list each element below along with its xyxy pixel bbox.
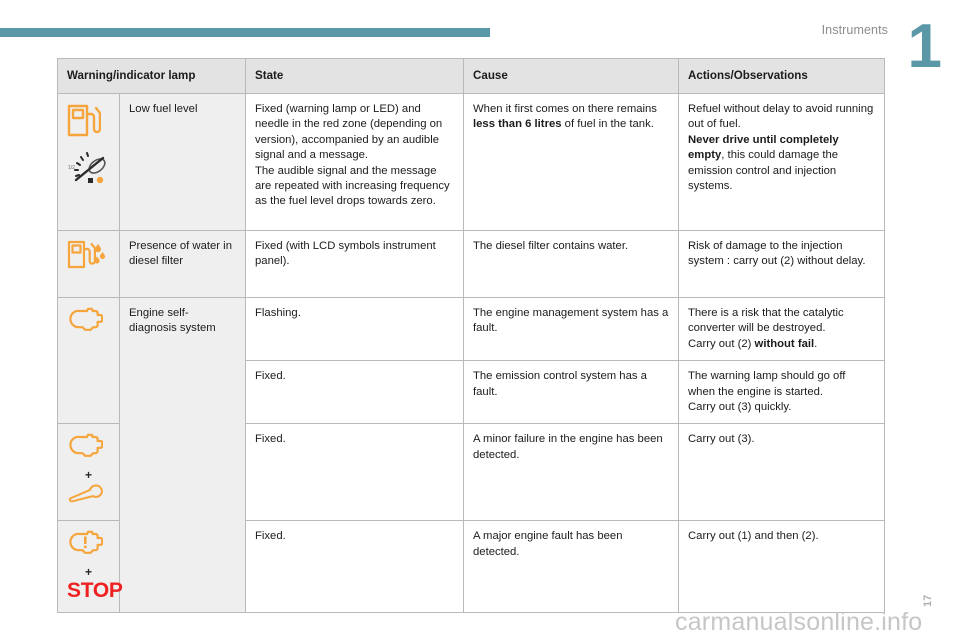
- table-row: 1/2 Low fuel level Fixed (warning lamp o…: [57, 93, 885, 231]
- column-header-cause: Cause: [463, 58, 679, 94]
- cause-minor-failure: A minor failure in the engine has been d…: [463, 423, 679, 522]
- fuel-pump-icon: [67, 102, 110, 143]
- stop-label: STOP: [67, 578, 123, 602]
- state-water-in-diesel-filter: Fixed (with LCD symbols instrument panel…: [245, 230, 464, 298]
- label-engine-self-diagnosis-system: Engine self-diagnosis system: [119, 296, 246, 614]
- cause-engine-flashing: The engine management system has a fault…: [463, 296, 679, 362]
- state-text-line-1: Fixed (warning lamp or LED) and needle i…: [255, 103, 443, 162]
- cause-low-fuel-level: When it first comes on there remains les…: [463, 93, 679, 231]
- table-header-row: Warning/indicator lamp State Cause Actio…: [57, 58, 885, 94]
- chapter-number: 1: [907, 12, 942, 81]
- check-engine-icon: [67, 432, 110, 465]
- check-engine-warning-icon: [67, 529, 110, 562]
- cause-text-bold: less than 6 litres: [473, 118, 562, 131]
- icon-cell-engine-self-diagnosis: [57, 296, 120, 425]
- state-minor-failure: Fixed.: [245, 423, 464, 522]
- page-number: 17: [922, 594, 934, 607]
- icon-cell-engine-plus-stop: + STOP: [57, 520, 123, 614]
- chapter-accent-bar: [0, 28, 490, 37]
- label-water-in-diesel-filter: Presence of water in diesel filter: [119, 230, 246, 298]
- state-engine-flashing: Flashing.: [245, 296, 464, 362]
- fuel-gauge-needle-icon: 1/2: [67, 149, 110, 194]
- icon-cell-water-diesel: [57, 230, 120, 298]
- action-low-fuel-level: Refuel without delay to avoid running ou…: [678, 93, 885, 231]
- action-major-fault: Carry out (1) and then (2).: [678, 520, 885, 614]
- fuel-pump-water-drops-icon: [67, 239, 110, 276]
- plus-sign-icon: +: [84, 564, 92, 579]
- state-text-line-2: The audible signal and the message are r…: [255, 164, 450, 208]
- table-body: 1/2 Low fuel level Fixed (warning lamp o…: [57, 93, 885, 614]
- label-low-fuel-level: Low fuel level: [119, 93, 246, 231]
- table-row: Presence of water in diesel filter Fixed…: [57, 230, 885, 298]
- column-header-warning-lamp: Warning/indicator lamp: [57, 58, 246, 94]
- action-water-in-diesel-filter: Risk of damage to the injection system :…: [678, 230, 885, 298]
- cause-major-fault: A major engine fault has been detected.: [463, 520, 679, 614]
- table-header: Warning/indicator lamp State Cause Actio…: [57, 58, 885, 94]
- column-header-actions: Actions/Observations: [678, 58, 885, 94]
- action-engine-flashing: There is a risk that the catalytic conve…: [678, 296, 885, 362]
- warning-lamp-table: Warning/indicator lamp State Cause Actio…: [57, 58, 885, 614]
- svg-text:1/2: 1/2: [68, 165, 75, 171]
- plus-sign-icon: +: [84, 467, 92, 482]
- cause-text-pre: When it first comes on there remains: [473, 103, 657, 115]
- action-minor-failure: Carry out (3).: [678, 423, 885, 522]
- state-major-fault: Fixed.: [245, 520, 464, 614]
- table-row: Engine self-diagnosis system Flashing. T…: [57, 296, 885, 614]
- cause-engine-fixed: The emission control system has a fault.: [463, 360, 679, 425]
- warning-lamp-table-wrapper: Warning/indicator lamp State Cause Actio…: [57, 58, 885, 614]
- cause-text-post: of fuel in the tank.: [561, 118, 654, 131]
- chapter-title: Instruments: [821, 23, 888, 37]
- check-engine-icon: [67, 306, 110, 339]
- state-low-fuel-level: Fixed (warning lamp or LED) and needle i…: [245, 93, 464, 231]
- cause-water-in-diesel-filter: The diesel filter contains water.: [463, 230, 679, 298]
- icon-cell-engine-plus-wrench: +: [57, 423, 120, 522]
- action-text-bold: without fail: [754, 337, 815, 350]
- site-watermark: carmanualsonline.info: [675, 608, 923, 636]
- state-engine-fixed: Fixed.: [245, 360, 464, 425]
- action-engine-fixed: The warning lamp should go off when the …: [678, 360, 885, 425]
- column-header-state: State: [245, 58, 464, 94]
- wrench-icon: [67, 483, 110, 508]
- icon-cell-low-fuel: 1/2: [57, 93, 120, 231]
